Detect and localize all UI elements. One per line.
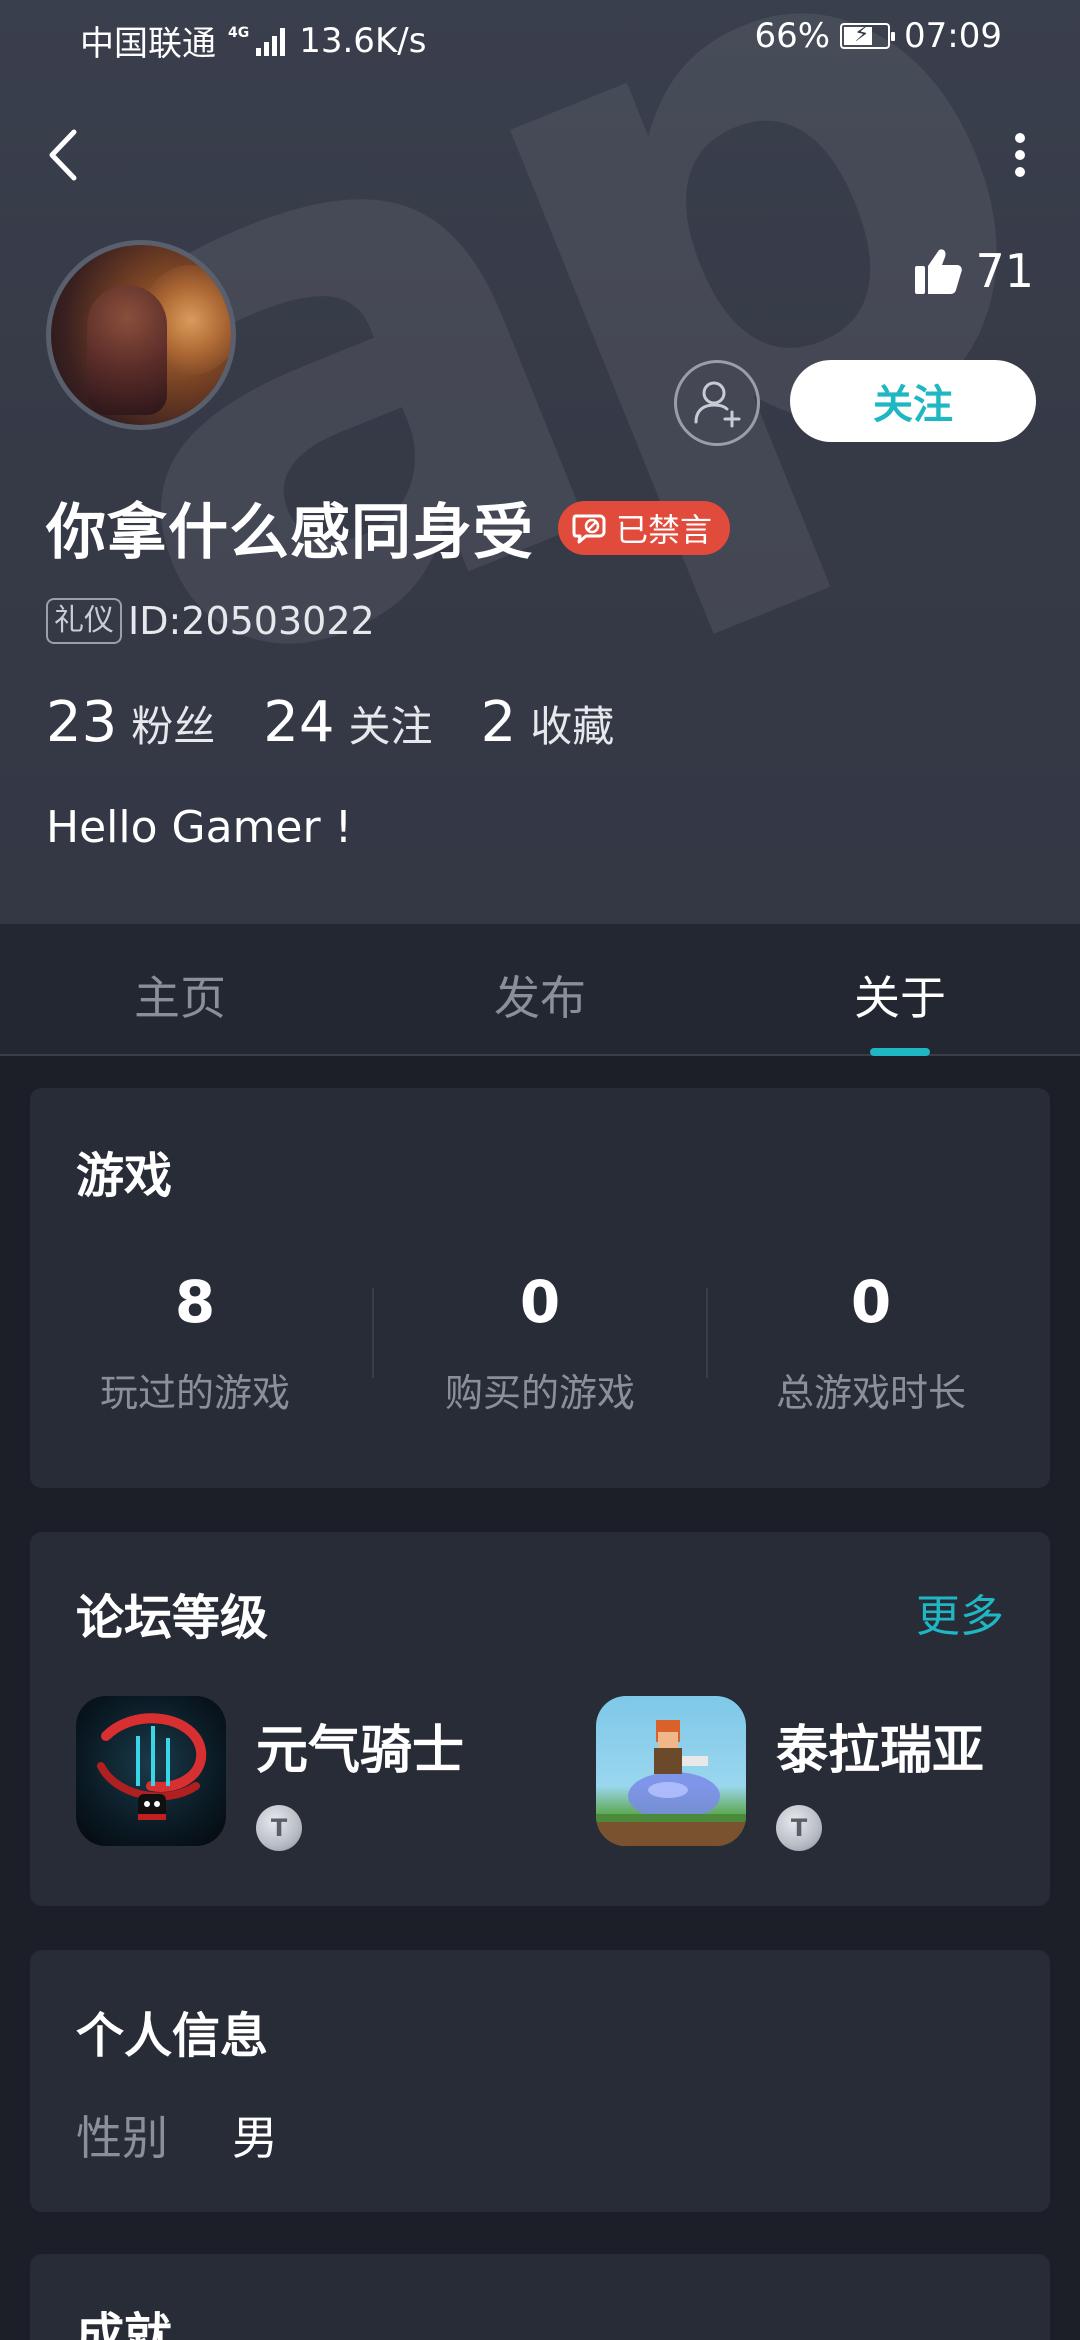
active-tab-indicator (870, 1048, 930, 1056)
forum-info: 泰拉瑞亚 T (776, 1696, 984, 1851)
terraria-game-icon (596, 1696, 746, 1846)
signal-bar (264, 41, 270, 56)
back-button[interactable] (40, 120, 100, 190)
add-friend-button[interactable] (674, 360, 760, 446)
purchased-games-stat[interactable]: 0 购买的游戏 (375, 1268, 705, 1417)
like-count[interactable]: 71 (913, 244, 1034, 298)
avatar[interactable] (46, 240, 236, 430)
tab-home[interactable]: 主页 (80, 962, 280, 1028)
total-playtime-stat[interactable]: 0 总游戏时长 (706, 1268, 1036, 1417)
title-badge[interactable]: 礼仪 (46, 598, 122, 644)
forum-level-card: 论坛等级 更多 元气骑士 T 泰拉瑞亚 T (30, 1532, 1050, 1906)
battery-icon: ⚡ (840, 22, 896, 49)
banned-badge: 已禁言 (558, 500, 731, 555)
divider (372, 1288, 374, 1378)
signal-bar (272, 35, 278, 56)
name-row: 你拿什么感同身受 已禁言 (46, 484, 731, 571)
status-left: 中国联通 4G 13.6K/s (80, 16, 426, 65)
forum-item-terraria[interactable]: 泰拉瑞亚 T (596, 1696, 984, 1851)
stat-label: 总游戏时长 (775, 1371, 966, 1415)
played-games-stat[interactable]: 8 玩过的游戏 (30, 1268, 360, 1417)
games-title: 游戏 (76, 1148, 173, 1204)
achievements-card: 成就 (30, 2254, 1050, 2340)
status-bar: 中国联通 4G 13.6K/s 66% ⚡ 07:09 (0, 0, 1080, 72)
stat-label: 收藏 (530, 702, 615, 751)
soul-knight-game-icon (76, 1696, 226, 1846)
forum-item-soul-knight[interactable]: 元气骑士 T (76, 1696, 464, 1851)
stat-number: 2 (480, 690, 517, 755)
games-card: 游戏 8 玩过的游戏 0 购买的游戏 0 总游戏时长 (30, 1088, 1050, 1488)
signal-bar (280, 27, 286, 56)
bio: Hello Gamer ! (46, 802, 353, 853)
tab-posts[interactable]: 发布 (440, 962, 640, 1028)
thumbs-up-icon (915, 249, 963, 294)
followers-stat[interactable]: 23 粉丝 (46, 690, 215, 755)
back-arrow-icon (49, 129, 77, 181)
user-id: ID:20503022 (128, 599, 375, 643)
forum-info: 元气骑士 T (256, 1696, 464, 1851)
network-speed: 13.6K/s (299, 20, 427, 61)
charging-bolt-icon: ⚡ (854, 22, 870, 47)
forum-title: 论坛等级 (76, 1590, 269, 1646)
stat-label: 玩过的游戏 (99, 1371, 290, 1415)
stats-row: 23 粉丝 24 关注 2 收藏 (46, 690, 662, 755)
stat-number: 23 (46, 690, 118, 755)
profile-header: apTa (0, 0, 1080, 924)
stat-label: 购买的游戏 (444, 1371, 635, 1415)
soul-knight-art (97, 1713, 207, 1820)
favorites-stat[interactable]: 2 收藏 (481, 690, 615, 755)
more-vertical-icon (1015, 133, 1025, 177)
network-type: 4G (228, 24, 250, 41)
forum-name: 泰拉瑞亚 (776, 1721, 985, 1781)
profile-page: apTa 中国联通 4G 13.6K/s 66% ⚡ 07:09 71 关注 你… (0, 0, 1080, 2340)
id-row: 礼仪 ID:20503022 (46, 598, 375, 644)
following-stat[interactable]: 24 关注 (263, 690, 432, 755)
muted-chat-icon (572, 514, 606, 543)
banned-label: 已禁言 (616, 510, 713, 549)
stat-number: 24 (263, 690, 335, 755)
level-badge-icon: T (256, 1805, 302, 1851)
carrier-name: 中国联通 (80, 24, 216, 64)
signal-icon: 4G (228, 24, 286, 56)
signal-bar (256, 47, 262, 56)
more-link[interactable]: 更多 (916, 1580, 1004, 1644)
level-badge-icon: T (776, 1805, 822, 1851)
status-right: 66% ⚡ 07:09 (754, 16, 1002, 56)
more-options-button[interactable] (990, 120, 1050, 190)
stat-label: 粉丝 (131, 702, 216, 751)
gender-row: 性别 男 (76, 2102, 278, 2168)
gender-label: 性别 (76, 2111, 168, 2165)
terraria-art (596, 1720, 746, 1846)
username: 你拿什么感同身受 (46, 498, 534, 568)
add-user-icon (694, 381, 741, 428)
battery-percent: 66% (754, 16, 831, 56)
stat-number: 0 (850, 1268, 892, 1336)
stat-label: 关注 (348, 702, 433, 751)
personal-info-title: 个人信息 (76, 2008, 269, 2064)
follow-button[interactable]: 关注 (790, 360, 1036, 442)
profile-tabs: 主页 发布 关于 (0, 924, 1080, 1056)
achievements-title: 成就 (76, 2308, 173, 2340)
gender-value: 男 (232, 2111, 278, 2165)
stat-number: 0 (519, 1268, 561, 1336)
personal-info-card: 个人信息 性别 男 (30, 1950, 1050, 2212)
avatar-image-part (87, 285, 167, 415)
forum-name: 元气骑士 (256, 1721, 465, 1781)
like-number: 71 (975, 244, 1034, 298)
stat-number: 8 (174, 1268, 216, 1336)
tab-about[interactable]: 关于 (800, 962, 1000, 1028)
clock: 07:09 (904, 16, 1002, 56)
